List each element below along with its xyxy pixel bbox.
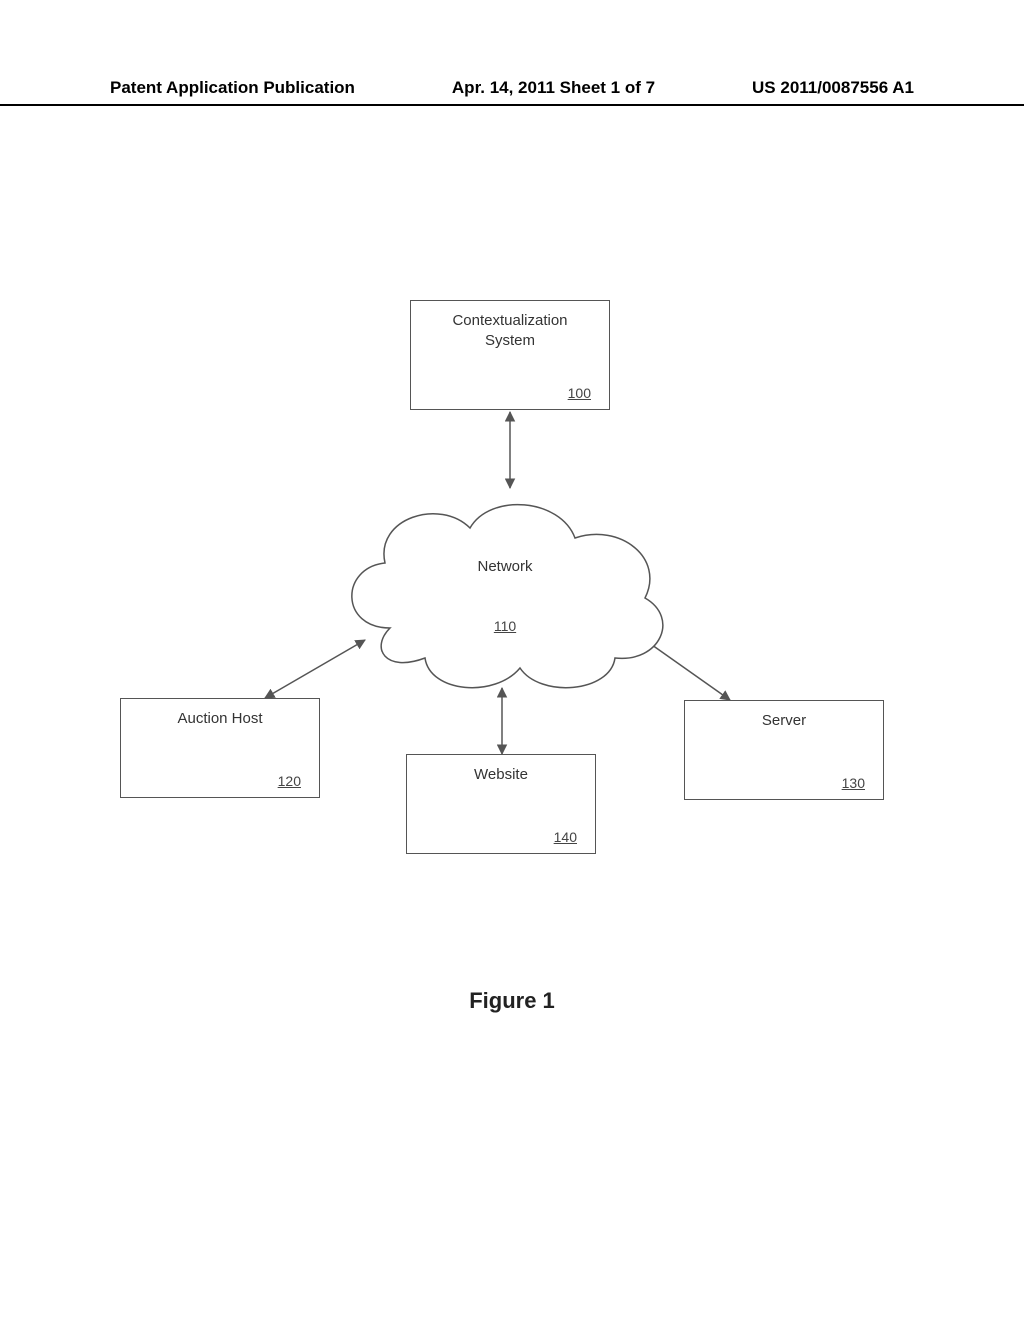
- box-contextualization-system: ContextualizationSystem 100: [410, 300, 610, 410]
- box-server-ref: 130: [842, 775, 865, 791]
- box-context-ref: 100: [568, 385, 591, 401]
- cloud-network-label: Network: [330, 558, 680, 575]
- box-website-label: Website: [474, 765, 528, 785]
- page-header: Patent Application Publication Apr. 14, …: [0, 78, 1024, 106]
- box-server: Server 130: [684, 700, 884, 800]
- header-left: Patent Application Publication: [110, 78, 355, 98]
- box-auction-label: Auction Host: [177, 709, 262, 729]
- box-auction-ref: 120: [278, 773, 301, 789]
- box-context-label: ContextualizationSystem: [452, 311, 567, 350]
- header-center: Apr. 14, 2011 Sheet 1 of 7: [452, 78, 655, 98]
- box-server-label: Server: [762, 711, 806, 731]
- figure-caption: Figure 1: [0, 988, 1024, 1014]
- box-website-ref: 140: [554, 829, 577, 845]
- cloud-network: Network 110: [330, 488, 680, 698]
- cloud-network-ref: 110: [330, 618, 680, 634]
- box-website: Website 140: [406, 754, 596, 854]
- system-diagram: ContextualizationSystem 100 Network 110 …: [120, 300, 904, 920]
- header-right: US 2011/0087556 A1: [752, 78, 914, 98]
- box-auction-host: Auction Host 120: [120, 698, 320, 798]
